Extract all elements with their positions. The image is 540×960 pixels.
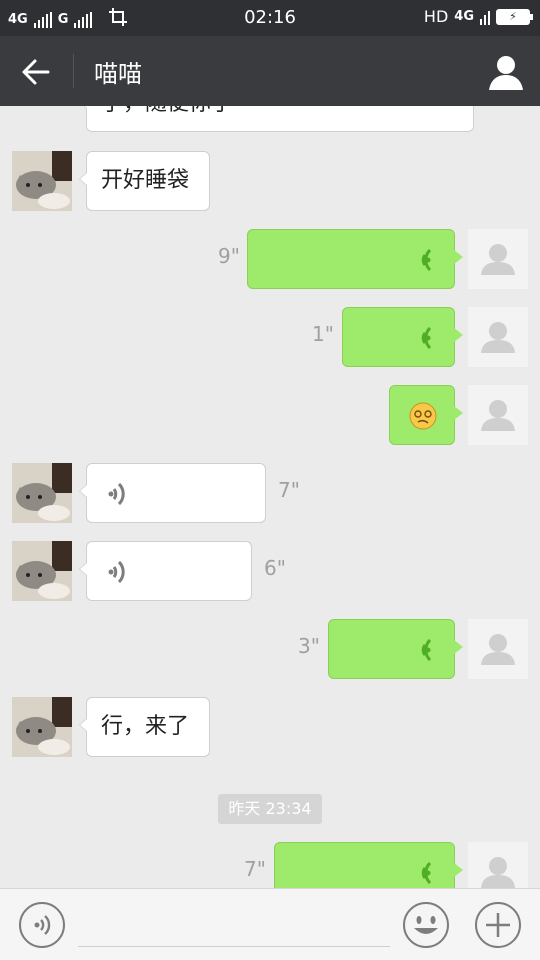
contact-info-button[interactable] bbox=[486, 52, 526, 92]
back-arrow-icon bbox=[22, 59, 50, 85]
my-avatar[interactable] bbox=[468, 619, 528, 679]
voice-wave-icon bbox=[108, 560, 125, 584]
voice-duration: 6" bbox=[264, 556, 286, 580]
status-right: HD 4G ⚡ bbox=[423, 7, 533, 26]
emoji-button[interactable] bbox=[402, 901, 450, 949]
contact-avatar[interactable] bbox=[12, 697, 72, 757]
status-bar: 4G G 02:16 HD 4G ⚡ bbox=[0, 0, 540, 36]
voice-duration: 9" bbox=[218, 244, 240, 268]
cat-avatar-image bbox=[12, 697, 72, 757]
title-divider bbox=[73, 54, 74, 88]
my-avatar[interactable] bbox=[468, 842, 528, 888]
chat-title: 喵喵 bbox=[94, 60, 142, 88]
smiley-icon bbox=[403, 902, 449, 948]
cat-avatar-image bbox=[12, 151, 72, 211]
my-avatar[interactable] bbox=[468, 229, 528, 289]
my-avatar[interactable] bbox=[468, 385, 528, 445]
back-button[interactable] bbox=[14, 52, 58, 92]
default-avatar-icon bbox=[481, 400, 515, 431]
voice-duration: 7" bbox=[278, 478, 300, 502]
message-input[interactable] bbox=[78, 899, 390, 947]
voice-wave-icon bbox=[421, 248, 432, 272]
voice-wave-icon bbox=[421, 861, 432, 885]
voice-wave-icon bbox=[421, 326, 432, 350]
cat-avatar-image bbox=[12, 463, 72, 523]
voice-duration: 3" bbox=[298, 634, 320, 658]
input-bar bbox=[0, 888, 540, 960]
voice-wave-icon bbox=[108, 482, 125, 506]
cat-avatar-image bbox=[12, 541, 72, 601]
contact-avatar[interactable] bbox=[12, 463, 72, 523]
voice-duration: 7" bbox=[244, 857, 266, 881]
voice-message-incoming[interactable] bbox=[79, 541, 252, 601]
signal-icon bbox=[480, 9, 490, 25]
voice-message-outgoing[interactable] bbox=[342, 307, 463, 367]
default-avatar-icon bbox=[481, 634, 515, 665]
voice-message-outgoing[interactable] bbox=[328, 619, 463, 679]
message-bubble-incoming[interactable]: 开好睡袋 bbox=[79, 151, 210, 211]
battery-icon: ⚡ bbox=[496, 8, 533, 25]
message-bubble-incoming[interactable]: 行，来了 bbox=[79, 697, 210, 757]
message-bubble-incoming[interactable]: 了，随便你了 bbox=[79, 106, 474, 133]
voice-wave-icon bbox=[421, 638, 432, 662]
network-type-3: 4G bbox=[454, 9, 474, 24]
voice-mode-icon bbox=[19, 902, 65, 948]
voice-message-outgoing[interactable] bbox=[247, 229, 463, 289]
voice-mode-button[interactable] bbox=[18, 901, 66, 949]
default-avatar-icon bbox=[481, 857, 515, 888]
chat-area[interactable]: 了，随便你了 开好睡袋 9" 1" bbox=[0, 106, 540, 888]
voice-duration: 1" bbox=[312, 322, 334, 346]
message-text: 了，随便你了 bbox=[101, 106, 233, 133]
hd-indicator: HD bbox=[423, 7, 449, 26]
default-avatar-icon bbox=[481, 244, 515, 275]
charging-icon: ⚡ bbox=[498, 10, 528, 23]
voice-message-outgoing[interactable] bbox=[274, 842, 463, 888]
plus-icon bbox=[475, 902, 521, 948]
contact-avatar[interactable] bbox=[12, 541, 72, 601]
contact-avatar[interactable] bbox=[12, 151, 72, 211]
message-text: 开好睡袋 bbox=[101, 168, 190, 193]
more-options-button[interactable] bbox=[474, 901, 522, 949]
message-text: 行，来了 bbox=[101, 714, 190, 739]
timestamp-divider: 昨天 23:34 bbox=[218, 794, 322, 824]
title-bar: 喵喵 bbox=[0, 36, 540, 106]
emoji-message-outgoing[interactable] bbox=[389, 385, 463, 445]
my-avatar[interactable] bbox=[468, 307, 528, 367]
person-icon bbox=[489, 56, 523, 90]
voice-message-incoming[interactable] bbox=[79, 463, 266, 523]
default-avatar-icon bbox=[481, 322, 515, 353]
dizzy-face-emoji bbox=[409, 402, 437, 430]
